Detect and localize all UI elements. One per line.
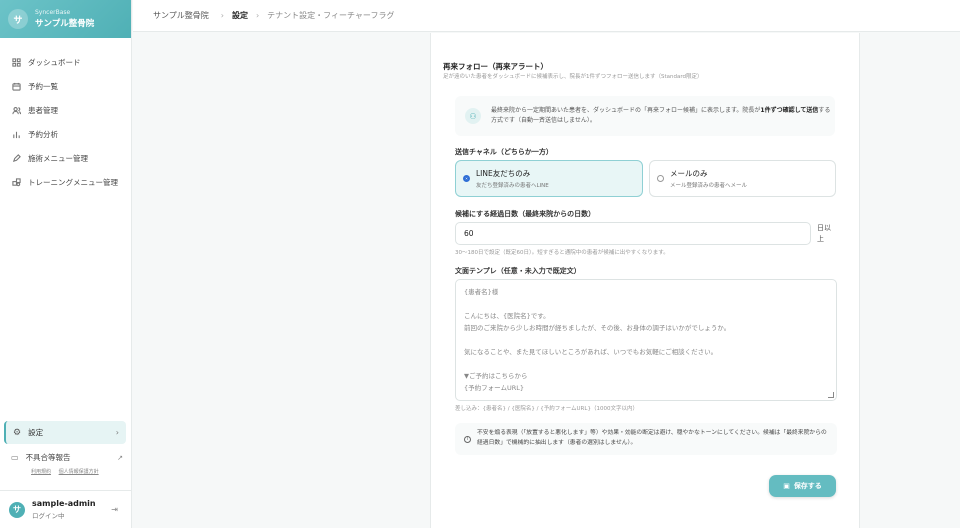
- sidebar-item-patients[interactable]: 患者管理: [0, 98, 131, 122]
- info-text-pre: 最終来院から一定期間あいた患者を、ダッシュボードの「再来フォロー候補」に表示しま…: [491, 106, 761, 114]
- sidebar-item-analytics[interactable]: 予約分析: [0, 122, 131, 146]
- section-description: 足が遠のいた患者をダッシュボードに候補表示し、院長が1件ずつフォロー送信します（…: [443, 74, 703, 80]
- sidebar-item-label: 施術メニュー管理: [28, 153, 88, 163]
- template-textarea[interactable]: {患者名}様 こんにちは、{医院名}です。 前回のご来院から少しお時間が経ちまし…: [455, 279, 837, 401]
- sidebar-item-label: 患者管理: [28, 105, 58, 115]
- sidebar-item-label: 予約分析: [28, 129, 58, 139]
- brand-name: サンプル整骨院: [35, 19, 95, 29]
- template-vars-hint: 差し込み：{患者名} / {医院名} / {予約フォームURL}（1000文字以…: [455, 406, 638, 412]
- channel-title: LINE友だちのみ: [476, 169, 531, 178]
- sidebar-item-label: ダッシュボード: [28, 57, 81, 67]
- resize-handle[interactable]: [828, 392, 834, 398]
- template-line: {患者名}様: [464, 288, 499, 296]
- breadcrumb-shop[interactable]: サンプル整骨院: [153, 10, 209, 21]
- sidebar-item-reservations[interactable]: 予約一覧: [0, 74, 131, 98]
- message-icon: ▭: [11, 453, 19, 462]
- channel-label: 送信チャネル（どちらか一方）: [455, 148, 553, 156]
- chevron-right-icon: ›: [115, 428, 119, 437]
- template-line: [464, 334, 828, 346]
- days-unit: 日以上: [817, 224, 831, 244]
- brand-subtitle: SyncerBase: [35, 9, 71, 16]
- template-line: [464, 358, 828, 370]
- channel-subtitle: 友だち登録済みの患者へLINE: [476, 183, 549, 189]
- days-label: 候補にする経過日数（最終来院からの日数）: [455, 210, 596, 218]
- template-line: ▼ご予約はこちらから: [464, 372, 528, 380]
- template-line: [464, 298, 828, 310]
- breadcrumb: サンプル整骨院 › 設定 › テナント設定・フィーチャーフラグ: [133, 0, 960, 32]
- days-input[interactable]: 60: [455, 222, 811, 245]
- sidebar-item-training-menu[interactable]: トレーニングメニュー管理: [0, 170, 131, 194]
- radio-unselected[interactable]: [657, 175, 664, 182]
- save-button[interactable]: ▣ 保存する: [769, 475, 836, 497]
- users-icon: [11, 105, 21, 115]
- breadcrumb-sub: テナント設定・フィーチャーフラグ: [267, 11, 395, 20]
- template-line: 前回のご来院から少しお時間が経ちましたが、その後、お身体の調子はいかがでしょうか…: [464, 324, 731, 332]
- grid-icon: [11, 57, 21, 67]
- external-link-icon: ↗: [117, 453, 123, 462]
- sidebar-item-label: 予約一覧: [28, 81, 58, 91]
- brand-header[interactable]: サ SyncerBase サンプル整骨院: [0, 0, 131, 38]
- notice-text: 不安を煽る表現（「放置すると悪化します」等）や効果・効能の断定は避け、穏やかなト…: [477, 430, 827, 446]
- info-text: 最終来院から一定期間あいた患者を、ダッシュボードの「再来フォロー候補」に表示しま…: [491, 106, 831, 126]
- section-title: 再来フォロー（再来アラート）: [443, 62, 548, 71]
- followup-settings-card: 再来フォロー（再来アラート） 足が遠のいた患者をダッシュボードに候補表示し、院長…: [430, 33, 860, 528]
- template-line: こんにちは、{医院名}です。: [464, 312, 550, 320]
- user-plus-icon: ⚇: [465, 108, 481, 124]
- info-box: ⚇ 最終来院から一定期間あいた患者を、ダッシュボードの「再来フォロー候補」に表示…: [455, 96, 835, 136]
- user-panel: サ sample-admin ログイン中 ⇥: [0, 490, 132, 528]
- terms-link[interactable]: 利用規約: [31, 469, 51, 475]
- save-button-label: 保存する: [793, 482, 822, 490]
- avatar: サ: [9, 501, 25, 518]
- save-icon: ▣: [783, 482, 790, 490]
- breadcrumb-current: 設定: [231, 11, 248, 20]
- template-line: 気になることや、また見てほしいところがあれば、いつでもお気軽にご相談ください。: [464, 348, 718, 356]
- channel-title: メールのみ: [670, 169, 708, 178]
- sidebar-item-dashboard[interactable]: ダッシュボード: [0, 50, 131, 74]
- template-line: {予約フォームURL}: [464, 384, 524, 392]
- privacy-link[interactable]: 個人情報保護方針: [59, 469, 99, 475]
- channel-email-option[interactable]: メールのみ メール登録済みの患者へメール: [649, 160, 836, 197]
- sidebar-item-label: 設定: [28, 428, 44, 437]
- info-text-bold: 1件ずつ確認して送信: [760, 106, 819, 114]
- chevron-right-icon: ›: [220, 11, 224, 20]
- channel-subtitle: メール登録済みの患者へメール: [670, 183, 748, 189]
- legal-links: 利用規約 個人情報保護方針: [31, 468, 105, 475]
- template-label: 文面テンプレ（任意・未入力で既定文）: [455, 267, 581, 275]
- bar-chart-icon: [11, 129, 21, 139]
- sidebar-nav: ダッシュボード 予約一覧 患者管理 予約分析 施術メニュー管理 トレーニングメニ…: [0, 38, 131, 194]
- brand-logo: サ: [8, 9, 28, 29]
- sidebar: サ SyncerBase サンプル整骨院 ダッシュボード 予約一覧 患者管理 予…: [0, 0, 132, 528]
- chevron-right-icon: ›: [255, 11, 260, 20]
- days-hint: 30〜180日で設定（既定60日）。短すぎると通院中の患者が候補に出やすくなりま…: [455, 250, 669, 256]
- sidebar-item-label: トレーニングメニュー管理: [28, 177, 118, 187]
- notice-box: i 不安を煽る表現（「放置すると悪化します」等）や効果・効能の断定は避け、穏やか…: [455, 423, 837, 455]
- sidebar-item-treatment-menu[interactable]: 施術メニュー管理: [0, 146, 131, 170]
- calendar-icon: [11, 81, 21, 91]
- user-name: sample-admin: [32, 499, 96, 508]
- radio-selected[interactable]: [463, 175, 470, 182]
- gear-icon: ⚙: [13, 427, 22, 438]
- puzzle-icon: [11, 177, 21, 187]
- info-icon: i: [464, 435, 471, 443]
- sidebar-item-report[interactable]: ▭ 不具合等報告 ↗: [11, 452, 123, 463]
- sidebar-item-label: 不具合等報告: [25, 453, 71, 462]
- channel-line-option[interactable]: LINE友だちのみ 友だち登録済みの患者へLINE: [455, 160, 643, 197]
- sidebar-item-settings[interactable]: ⚙ 設定 ›: [4, 421, 126, 444]
- user-status: ログイン中: [32, 512, 65, 520]
- pencil-icon: [11, 153, 21, 163]
- logout-icon[interactable]: ⇥: [111, 505, 118, 514]
